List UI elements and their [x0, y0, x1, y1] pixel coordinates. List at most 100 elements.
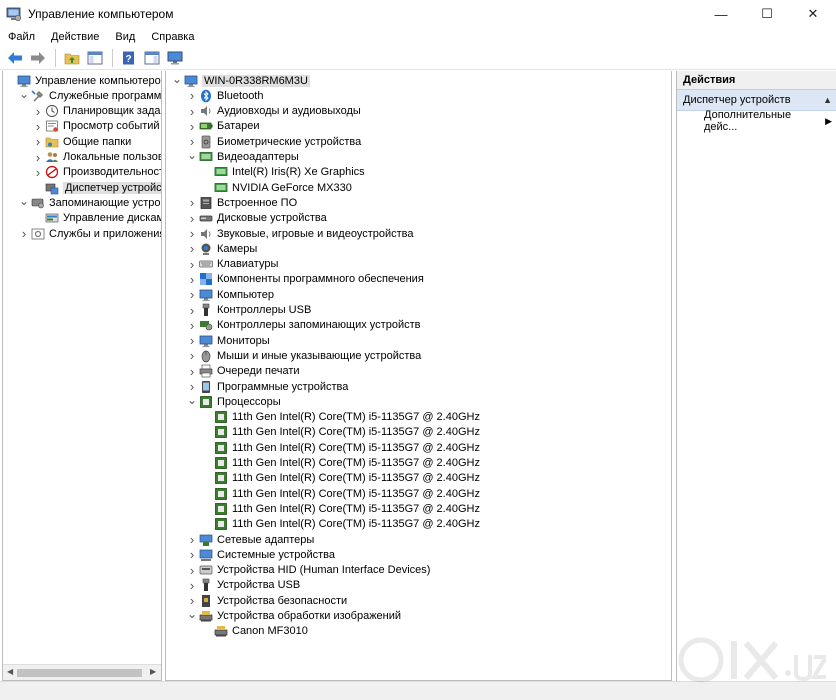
monitor-button[interactable] [164, 48, 186, 68]
expand-chevron-icon[interactable]: › [187, 318, 197, 333]
more-actions-item[interactable]: Дополнительные дейс... ▶ [677, 109, 836, 133]
minimize-button[interactable]: — [698, 0, 744, 28]
expand-chevron-icon[interactable]: › [187, 195, 197, 210]
device-tree-item[interactable]: › Устройства безопасности [187, 593, 347, 608]
nav-tree-item[interactable]: › Просмотр событий [33, 119, 160, 134]
scroll-right-icon[interactable]: ▶ [150, 667, 156, 676]
collapse-chevron-icon[interactable]: ⌄ [19, 193, 29, 208]
menu-view[interactable]: Вид [107, 31, 143, 43]
device-tree-item[interactable]: › Устройства USB [187, 578, 300, 593]
device-tree-item[interactable]: 11th Gen Intel(R) Core(TM) i5-1135G7 @ 2… [202, 501, 480, 516]
device-tree-item[interactable]: 11th Gen Intel(R) Core(TM) i5-1135G7 @ 2… [202, 440, 480, 455]
device-tree-item[interactable]: ⌄ WIN-0R338RM6M3U [172, 71, 310, 88]
expand-chevron-icon[interactable]: › [187, 547, 197, 562]
device-tree-item[interactable]: › Устройства HID (Human Interface Devices… [187, 563, 431, 578]
device-tree-item[interactable]: 11th Gen Intel(R) Core(TM) i5-1135G7 @ 2… [202, 456, 480, 471]
nav-tree-item[interactable]: › Службы и приложения [19, 226, 161, 241]
expand-chevron-icon[interactable]: › [187, 578, 197, 593]
device-tree-item[interactable]: 11th Gen Intel(R) Core(TM) i5-1135G7 @ 2… [202, 410, 480, 425]
collapse-up-icon[interactable]: ▲ [823, 95, 832, 105]
expand-chevron-icon[interactable]: › [187, 257, 197, 272]
nav-tree-item[interactable]: › Планировщик заданий [33, 104, 161, 119]
device-tree-item[interactable]: › Мыши и иные указывающие устройства [187, 348, 421, 363]
device-tree-item[interactable]: › Биометрические устройства [187, 134, 361, 149]
nav-tree-item[interactable]: Управление дисками [33, 211, 161, 226]
menu-help[interactable]: Справка [143, 31, 202, 43]
device-tree-item[interactable]: Canon MF3010 [202, 624, 308, 639]
device-tree-item[interactable]: ⌄ Видеоадаптеры [187, 148, 299, 165]
device-tree-item[interactable]: › Клавиатуры [187, 257, 279, 272]
show-console-tree-button[interactable] [84, 48, 106, 68]
device-tree-item[interactable]: › Bluetooth [187, 88, 264, 103]
device-tree-item[interactable]: 11th Gen Intel(R) Core(TM) i5-1135G7 @ 2… [202, 425, 480, 440]
expand-chevron-icon[interactable]: › [33, 104, 43, 119]
expand-chevron-icon[interactable]: › [187, 119, 197, 134]
device-tree-item[interactable]: › Контроллеры запоминающих устройств [187, 318, 421, 333]
maximize-button[interactable]: ☐ [744, 0, 790, 28]
nav-tree-item[interactable]: ⌄ Запоминающие устройства [19, 193, 161, 210]
expand-chevron-icon[interactable]: › [187, 563, 197, 578]
actions-section-device-manager[interactable]: Диспетчер устройств ▲ [677, 90, 836, 111]
nav-tree-item[interactable]: › Производительность [33, 165, 161, 180]
nav-tree-item[interactable]: › Общие папки [33, 134, 131, 149]
expand-chevron-icon[interactable]: › [187, 287, 197, 302]
device-tree-item[interactable]: 11th Gen Intel(R) Core(TM) i5-1135G7 @ 2… [202, 486, 480, 501]
device-tree-item[interactable]: › Системные устройства [187, 547, 335, 562]
expand-chevron-icon[interactable]: › [33, 119, 43, 134]
device-tree-item[interactable]: Intel(R) Iris(R) Xe Graphics [202, 165, 365, 180]
device-tree-item[interactable]: › Сетевые адаптеры [187, 532, 315, 547]
collapse-chevron-icon[interactable]: ⌄ [19, 86, 29, 101]
device-tree-item[interactable]: › Компоненты программного обеспечения [187, 272, 424, 287]
expand-chevron-icon[interactable]: › [187, 333, 197, 348]
collapse-chevron-icon[interactable]: ⌄ [172, 71, 182, 86]
device-tree-item[interactable]: › Камеры [187, 241, 257, 256]
device-tree-item[interactable]: › Встроенное ПО [187, 195, 297, 210]
expand-chevron-icon[interactable]: › [33, 165, 43, 180]
menu-file[interactable]: Файл [0, 31, 43, 43]
nav-tree-item[interactable]: › Локальные пользовате [33, 150, 161, 165]
device-tree-item[interactable]: › Батареи [187, 119, 260, 134]
device-tree-item[interactable]: ⌄ Процессоры [187, 392, 281, 409]
device-tree-item[interactable]: › Мониторы [187, 333, 270, 348]
scrollbar-thumb[interactable] [17, 669, 142, 677]
back-button[interactable] [4, 48, 26, 68]
expand-chevron-icon[interactable]: › [187, 226, 197, 241]
device-tree-item[interactable]: › Компьютер [187, 287, 274, 302]
close-button[interactable]: ✕ [790, 0, 836, 28]
sound-icon [199, 227, 213, 241]
device-tree-item[interactable]: › Очереди печати [187, 364, 300, 379]
device-tree-item[interactable]: › Программные устройства [187, 379, 349, 394]
device-tree-item[interactable]: › Аудиовходы и аудиовыходы [187, 104, 361, 119]
device-tree-item[interactable]: 11th Gen Intel(R) Core(TM) i5-1135G7 @ 2… [202, 471, 480, 486]
collapse-chevron-icon[interactable]: ⌄ [187, 148, 197, 163]
up-level-button[interactable] [61, 48, 83, 68]
help-button[interactable]: ? [118, 48, 140, 68]
expand-chevron-icon[interactable]: › [33, 150, 43, 165]
expand-chevron-icon[interactable]: › [19, 226, 29, 241]
device-tree-item[interactable]: NVIDIA GeForce MX330 [202, 180, 352, 195]
expand-chevron-icon[interactable]: › [187, 272, 197, 287]
expand-chevron-icon[interactable]: › [33, 134, 43, 149]
expand-chevron-icon[interactable]: › [187, 211, 197, 226]
menu-action[interactable]: Действие [43, 31, 107, 43]
expand-chevron-icon[interactable]: › [187, 532, 197, 547]
expand-chevron-icon[interactable]: › [187, 364, 197, 379]
nav-tree-item[interactable]: Диспетчер устройств [33, 180, 161, 195]
expand-chevron-icon[interactable]: › [187, 104, 197, 119]
device-tree-item[interactable]: ⌄ Устройства обработки изображений [187, 607, 401, 624]
device-tree-item[interactable]: › Контроллеры USB [187, 303, 311, 318]
nav-tree-item[interactable]: ⌄ Служебные программы [19, 86, 161, 103]
device-tree-item[interactable]: › Звуковые, игровые и видеоустройства [187, 226, 414, 241]
expand-chevron-icon[interactable]: › [187, 241, 197, 256]
expand-chevron-icon[interactable]: › [187, 88, 197, 103]
show-action-pane-button[interactable] [141, 48, 163, 68]
scroll-left-icon[interactable]: ◀ [7, 667, 13, 676]
collapse-chevron-icon[interactable]: ⌄ [187, 392, 197, 407]
horizontal-scrollbar[interactable]: ◀ ▶ [3, 664, 161, 680]
device-tree-item[interactable]: › Дисковые устройства [187, 211, 327, 226]
expand-chevron-icon[interactable]: › [187, 303, 197, 318]
forward-button[interactable] [27, 48, 49, 68]
collapse-chevron-icon[interactable]: ⌄ [187, 607, 197, 622]
expand-chevron-icon[interactable]: › [187, 348, 197, 363]
device-tree-item[interactable]: 11th Gen Intel(R) Core(TM) i5-1135G7 @ 2… [202, 517, 480, 532]
